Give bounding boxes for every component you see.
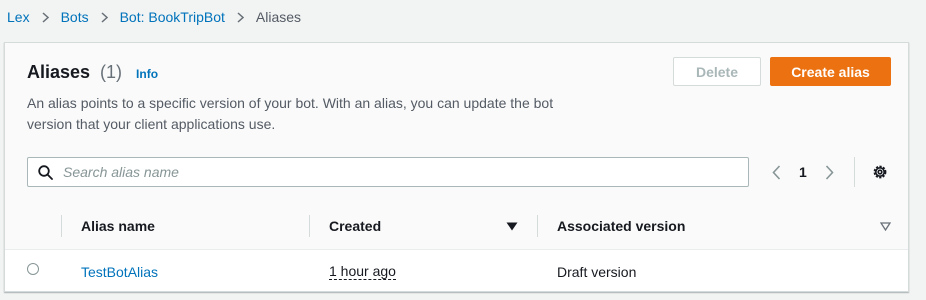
panel-description: An alias points to a specific version of… — [27, 95, 554, 132]
chevron-right-icon — [101, 11, 108, 23]
column-divider — [537, 215, 538, 237]
alias-count: (1) — [100, 62, 123, 82]
chevron-left-icon[interactable] — [767, 164, 785, 180]
breadcrumb-bot[interactable]: Bot: BookTripBot — [120, 9, 225, 25]
pagination: 1 — [767, 157, 839, 187]
table-row: TestBotAlias 1 hour ago Draft version — [5, 250, 908, 293]
column-header-associated-version[interactable]: Associated version — [557, 203, 685, 249]
chevron-right-icon — [237, 11, 244, 23]
row-select-radio[interactable] — [27, 263, 39, 275]
breadcrumb: Lex Bots Bot: BookTripBot Aliases — [7, 0, 301, 34]
page-title: Aliases — [27, 62, 91, 82]
caret-down-outline-icon[interactable] — [880, 203, 891, 249]
breadcrumb-current: Aliases — [255, 9, 302, 25]
panel-header: Aliases (1) Info An alias points to a sp… — [5, 43, 908, 204]
breadcrumb-lex[interactable]: Lex — [7, 9, 30, 25]
delete-button[interactable]: Delete — [673, 57, 761, 86]
column-header-alias-name[interactable]: Alias name — [81, 203, 155, 249]
title-row: Aliases (1) Info — [27, 62, 158, 83]
chevron-right-icon — [42, 11, 49, 23]
column-divider — [61, 215, 62, 237]
info-link[interactable]: Info — [136, 67, 158, 81]
column-divider — [309, 215, 310, 237]
search-box — [27, 157, 749, 187]
gear-icon[interactable] — [871, 163, 889, 181]
caret-down-filled-icon[interactable] — [506, 203, 518, 249]
pagination-current-page[interactable]: 1 — [799, 164, 807, 180]
table-header: Alias name Created Associated version — [5, 203, 908, 250]
aliases-panel: Aliases (1) Info An alias points to a sp… — [4, 42, 909, 292]
create-alias-button[interactable]: Create alias — [770, 57, 891, 86]
search-input[interactable] — [63, 164, 703, 180]
breadcrumb-bots[interactable]: Bots — [61, 9, 89, 25]
column-header-created[interactable]: Created — [329, 203, 381, 249]
chevron-right-icon[interactable] — [821, 164, 839, 180]
associated-version: Draft version — [557, 263, 637, 280]
search-icon — [38, 164, 53, 180]
created-time[interactable]: 1 hour ago — [329, 263, 396, 280]
pagination-divider — [854, 157, 855, 187]
alias-name-link[interactable]: TestBotAlias — [81, 264, 158, 280]
